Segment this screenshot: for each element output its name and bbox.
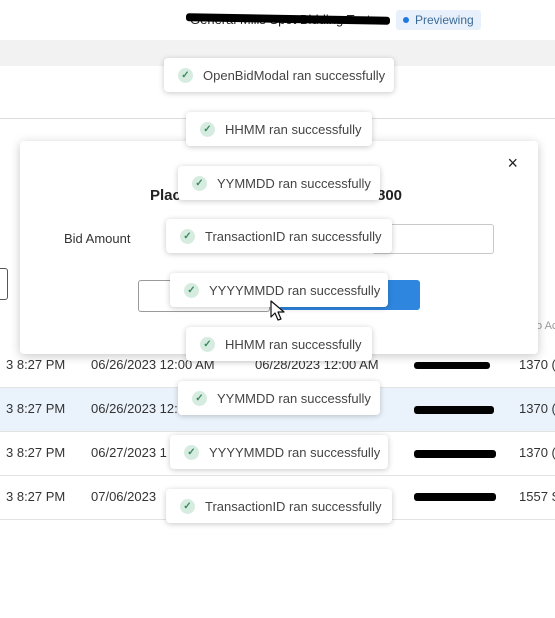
check-circle-icon: ✓ (200, 336, 215, 352)
table-cell: 06/26/2023 12: (91, 401, 178, 416)
close-icon[interactable]: × (507, 153, 518, 174)
table-cell: 1557 S (519, 489, 555, 504)
bid-amount-label: Bid Amount (64, 231, 131, 246)
redaction-mark (414, 493, 496, 501)
toast-notification: ✓ HHMM ran successfully (186, 327, 372, 361)
table-cell: 07/06/2023 (91, 489, 157, 504)
column-header: o Ac (536, 320, 555, 332)
table-cell: 3 8:27 PM (6, 489, 66, 504)
check-circle-icon: ✓ (192, 175, 207, 191)
check-circle-icon: ✓ (192, 390, 207, 406)
toast-notification: ✓ HHMM ran successfully (186, 112, 372, 146)
check-circle-icon: ✓ (184, 444, 199, 460)
toast-notification: ✓ YYYYMMDD ran successfully (170, 435, 388, 469)
toast-message: YYMMDD ran successfully (217, 175, 371, 191)
toast-notification: ✓ OpenBidModal ran successfully (164, 58, 394, 92)
status-dot-icon (403, 16, 409, 23)
table-cell: 3 8:27 PM (6, 445, 66, 460)
check-circle-icon: ✓ (200, 121, 215, 137)
left-edge-button[interactable] (0, 268, 8, 300)
table-cell: 1370 ( (519, 357, 555, 372)
toast-message: HHMM ran successfully (225, 121, 362, 137)
modal-title-amount: 800 (377, 187, 403, 204)
toast-notification: ✓ YYMMDD ran successfully (178, 166, 380, 200)
table-cell: 3 8:27 PM (6, 401, 66, 416)
check-circle-icon: ✓ (180, 498, 195, 514)
modal-title: Plac (150, 187, 181, 204)
check-circle-icon: ✓ (180, 228, 195, 244)
redaction-mark (414, 362, 490, 369)
table-cell: 06/27/2023 1 (91, 445, 167, 460)
table-cell: 1370 ( (519, 401, 555, 416)
toast-message: TransactionID ran successfully (205, 228, 382, 244)
mouse-pointer-icon (270, 300, 285, 321)
toast-message: YYMMDD ran successfully (217, 390, 371, 406)
toast-message: TransactionID ran successfully (205, 498, 382, 514)
table-cell: 1370 ( (519, 445, 555, 460)
toast-notification: ✓ YYMMDD ran successfully (178, 381, 380, 415)
toast-notification: ✓ TransactionID ran successfully (166, 219, 392, 253)
status-badge: Previewing (396, 10, 481, 30)
check-circle-icon: ✓ (178, 67, 193, 83)
toast-message: YYYYMMDD ran successfully (209, 282, 381, 298)
table-cell: 3 8:27 PM (6, 357, 66, 372)
status-badge-label: Previewing (415, 13, 474, 27)
toast-message: OpenBidModal ran successfully (203, 67, 386, 83)
redaction-mark (414, 406, 494, 414)
redaction-mark (414, 450, 496, 458)
toast-message: YYYYMMDD ran successfully (209, 444, 381, 460)
toast-message: HHMM ran successfully (225, 336, 362, 352)
toast-notification: ✓ TransactionID ran successfully (166, 489, 392, 523)
check-circle-icon: ✓ (184, 282, 199, 298)
